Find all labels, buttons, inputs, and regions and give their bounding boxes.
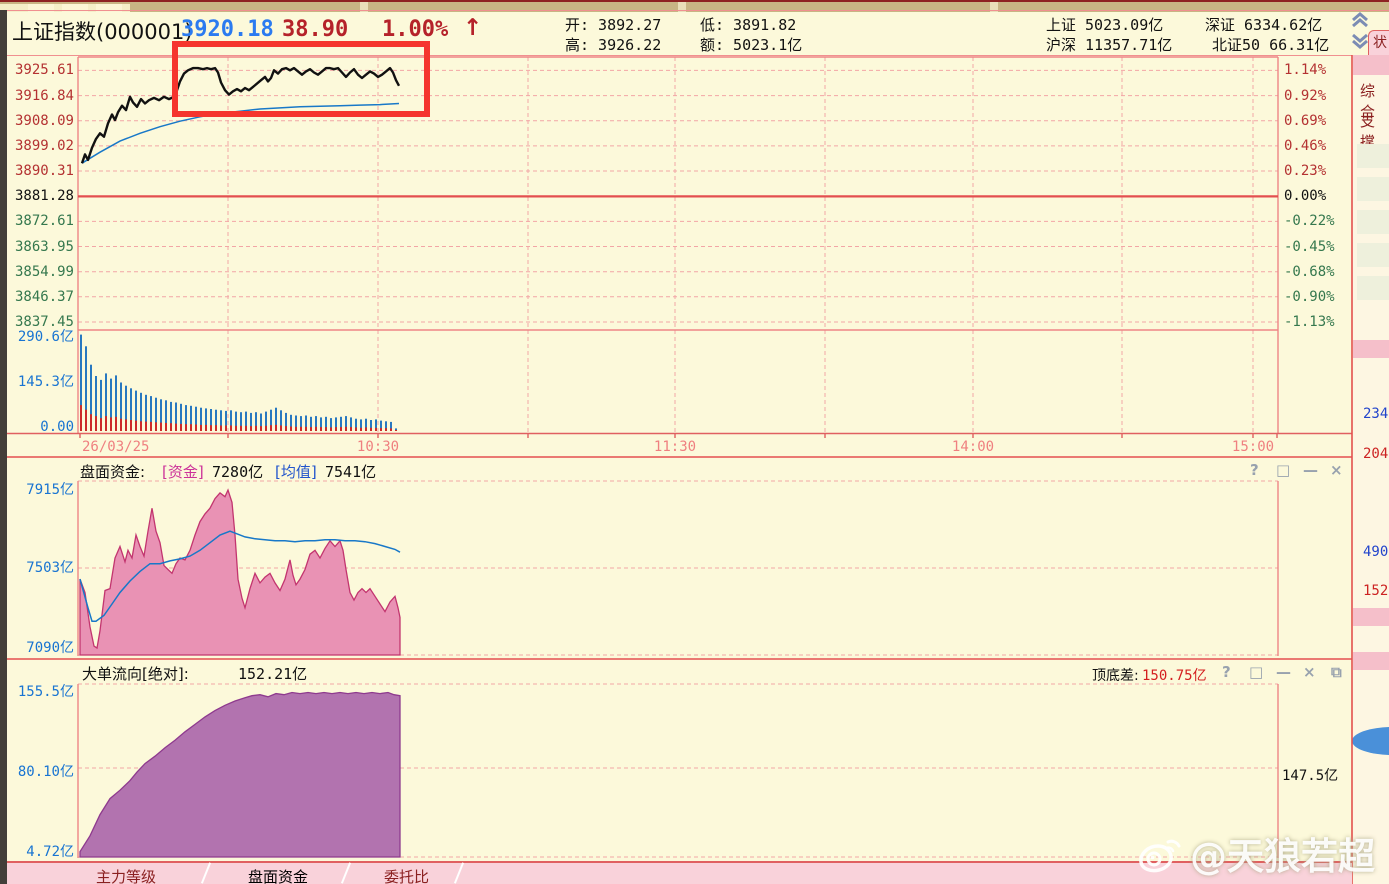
flow-right-value-label: 147.5亿 [1282, 768, 1339, 784]
trading-app-window: 上证指数(000001) 3920.18 38.90 1.00% ↑ 开: 38… [0, 0, 1389, 884]
price-axis-label: 3837.45 [14, 314, 74, 330]
pct-axis-label: -0.45% [1284, 238, 1335, 255]
flow-panel-help-icon[interactable]: ? [1222, 664, 1231, 680]
time-axis-label: 10:30 [356, 439, 400, 455]
volume-bars [80, 334, 397, 431]
fund-panel-help-icon[interactable]: ? [1250, 462, 1259, 478]
flow-axis-label: 155.5亿 [17, 684, 74, 700]
fund-legend-1-label: [资金] [162, 463, 204, 481]
flow-panel-value: 152.21亿 [238, 665, 308, 683]
pct-axis-label: -0.90% [1284, 288, 1335, 305]
price-axis-label: 3846.37 [14, 288, 74, 305]
price-axis-label: 3872.61 [14, 213, 74, 230]
fund-panel-minimize-icon[interactable]: — [1303, 462, 1318, 478]
fund-axis-label: 7090亿 [26, 640, 74, 656]
pct-axis-label: 0.92% [1284, 87, 1327, 104]
price-axis-label: 3908.09 [14, 112, 74, 129]
flow-panel-close-icon[interactable]: × [1303, 664, 1316, 680]
left-edge-strip [0, 10, 7, 884]
price-axis-label: 3854.99 [14, 263, 74, 280]
fund-panel-title: 盘面资金: [80, 463, 146, 481]
time-axis-label: 14:00 [951, 439, 995, 455]
flow-panel-popout-icon[interactable]: ⧉ [1331, 664, 1342, 680]
volume-axis-label: 290.6亿 [17, 329, 74, 345]
flow-axis-label: 80.10亿 [17, 764, 74, 780]
flow-axis-label: 4.72亿 [26, 844, 74, 860]
tab-weituo-bi[interactable]: 委托比 [384, 866, 429, 884]
pct-axis-label: -0.68% [1284, 263, 1335, 280]
fund-panel-close-icon[interactable]: × [1330, 462, 1343, 478]
tab-panmian-zijin[interactable]: 盘面资金 [248, 866, 308, 884]
price-axis-label: 3916.84 [14, 87, 74, 104]
flow-area [79, 691, 401, 858]
flow-panel-minimize-icon[interactable]: — [1276, 664, 1291, 680]
pct-axis-label: 0.69% [1284, 112, 1327, 129]
price-axis-label: 3881.28 [14, 188, 74, 205]
fund-panel-maximize-icon[interactable]: □ [1276, 462, 1290, 478]
volume-axis-label: 145.3亿 [17, 374, 74, 390]
time-axis-label: 26/03/25 [82, 439, 150, 455]
pct-axis-label: 0.46% [1284, 137, 1327, 154]
watermark: @天狼若超 [1138, 826, 1375, 880]
price-axis-label: 3890.31 [14, 163, 74, 180]
price-axis-label: 3899.02 [14, 137, 74, 154]
flow-diff-value: 150.75亿 [1142, 668, 1207, 684]
pct-axis-label: 0.23% [1284, 163, 1327, 180]
flow-diff-label: 顶底差: [1092, 668, 1139, 684]
annotation-red-box [172, 41, 430, 117]
fund-legend-2-label: [均值] [275, 463, 317, 481]
price-axis-label: 3925.61 [14, 62, 74, 79]
fund-area [79, 488, 401, 656]
weibo-icon [1139, 839, 1181, 873]
time-axis-label: 11:30 [653, 439, 697, 455]
flow-panel-maximize-icon[interactable]: □ [1249, 664, 1263, 680]
tab-zhuli-dengji[interactable]: 主力等级 [96, 866, 156, 884]
pct-axis-label: 0.00% [1284, 188, 1327, 205]
flow-panel-title: 大单流向[绝对]: [82, 665, 189, 683]
fund-legend-2-value: 7541亿 [325, 463, 377, 481]
price-axis-label: 3863.95 [14, 238, 74, 255]
fund-axis-label: 7503亿 [26, 560, 74, 576]
time-axis-label: 15:00 [1231, 439, 1275, 455]
pct-axis-label: -0.22% [1284, 213, 1335, 230]
watermark-handle: @天狼若超 [1190, 835, 1375, 878]
pct-axis-label: 1.14% [1284, 62, 1327, 79]
pct-axis-label: -1.13% [1284, 314, 1335, 330]
fund-legend-1-value: 7280亿 [212, 463, 264, 481]
fund-axis-label: 7915亿 [26, 482, 74, 498]
volume-axis-label: 0.00 [40, 419, 74, 435]
